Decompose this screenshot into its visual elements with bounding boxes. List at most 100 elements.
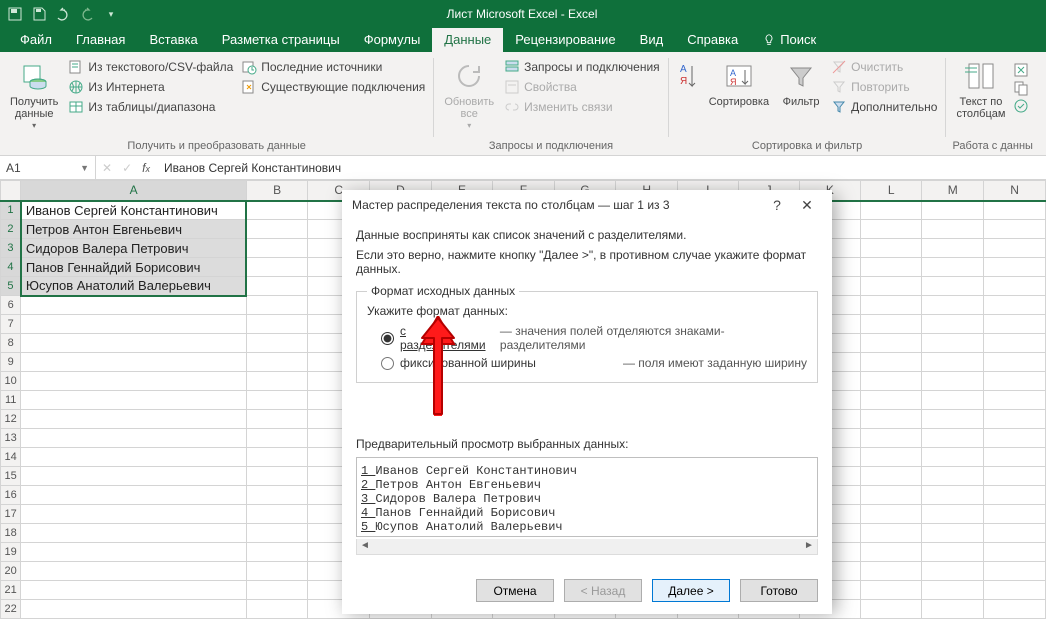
row-header[interactable]: 2 bbox=[1, 220, 21, 239]
row-header[interactable]: 15 bbox=[1, 467, 21, 486]
sort-az-button[interactable]: AЯ bbox=[675, 58, 701, 94]
cell[interactable] bbox=[922, 505, 984, 524]
get-data-button[interactable]: Получить данные ▾ bbox=[6, 58, 62, 133]
cell[interactable] bbox=[21, 524, 247, 543]
row-header[interactable]: 11 bbox=[1, 391, 21, 410]
cell[interactable] bbox=[21, 315, 247, 334]
data-validation-icon[interactable] bbox=[1013, 98, 1029, 114]
column-header[interactable]: A bbox=[21, 181, 247, 201]
refresh-all-button[interactable]: Обновить все ▾ bbox=[440, 58, 498, 133]
cell[interactable] bbox=[246, 353, 308, 372]
cell[interactable] bbox=[922, 543, 984, 562]
cell[interactable]: Юсупов Анатолий Валерьевич bbox=[21, 277, 247, 296]
row-header[interactable]: 1 bbox=[1, 201, 21, 220]
cell[interactable] bbox=[246, 372, 308, 391]
cell[interactable] bbox=[922, 524, 984, 543]
tab-insert[interactable]: Вставка bbox=[137, 28, 209, 52]
cell[interactable] bbox=[984, 334, 1046, 353]
remove-duplicates-icon[interactable] bbox=[1013, 80, 1029, 96]
undo-icon[interactable] bbox=[52, 3, 74, 25]
cell[interactable] bbox=[922, 277, 984, 296]
cell[interactable] bbox=[861, 391, 922, 410]
cell[interactable] bbox=[861, 334, 922, 353]
finish-button[interactable]: Готово bbox=[740, 579, 818, 602]
cell[interactable] bbox=[984, 600, 1046, 619]
row-header[interactable]: 7 bbox=[1, 315, 21, 334]
cell[interactable] bbox=[861, 277, 922, 296]
cell[interactable] bbox=[861, 220, 922, 239]
cell[interactable] bbox=[922, 372, 984, 391]
row-header[interactable]: 9 bbox=[1, 353, 21, 372]
row-header[interactable]: 14 bbox=[1, 448, 21, 467]
cancel-button[interactable]: Отмена bbox=[476, 579, 554, 602]
cell[interactable] bbox=[861, 581, 922, 600]
row-header[interactable]: 19 bbox=[1, 543, 21, 562]
qat-customize-icon[interactable]: ▾ bbox=[100, 3, 122, 25]
cell[interactable] bbox=[922, 581, 984, 600]
cell[interactable] bbox=[246, 486, 308, 505]
column-header[interactable]: B bbox=[246, 181, 308, 201]
cell[interactable] bbox=[922, 391, 984, 410]
cell[interactable]: Панов Геннайдий Борисович bbox=[21, 258, 247, 277]
recent-sources-button[interactable]: Последние источники bbox=[239, 58, 427, 76]
autosave-icon[interactable] bbox=[4, 3, 26, 25]
select-all-corner[interactable] bbox=[1, 181, 21, 201]
column-header[interactable]: L bbox=[861, 181, 922, 201]
cell[interactable] bbox=[21, 296, 247, 315]
row-header[interactable]: 16 bbox=[1, 486, 21, 505]
cell[interactable] bbox=[984, 220, 1046, 239]
cell[interactable] bbox=[246, 220, 308, 239]
cell[interactable] bbox=[922, 410, 984, 429]
name-box[interactable]: A1 ▼ bbox=[0, 156, 96, 179]
row-header[interactable]: 3 bbox=[1, 239, 21, 258]
cell[interactable] bbox=[922, 258, 984, 277]
formula-input[interactable]: Иванов Сергей Константинович bbox=[156, 156, 1046, 179]
text-to-columns-button[interactable]: Текст по столбцам bbox=[952, 58, 1009, 122]
cell[interactable]: Иванов Сергей Константинович bbox=[21, 201, 247, 220]
from-table-range-button[interactable]: Из таблицы/диапазона bbox=[66, 98, 235, 116]
cell[interactable] bbox=[246, 524, 308, 543]
cell[interactable] bbox=[21, 543, 247, 562]
cell[interactable] bbox=[984, 315, 1046, 334]
cell[interactable] bbox=[21, 372, 247, 391]
cell[interactable] bbox=[922, 562, 984, 581]
cell[interactable] bbox=[246, 239, 308, 258]
cell[interactable] bbox=[922, 201, 984, 220]
cell[interactable] bbox=[246, 448, 308, 467]
cell[interactable] bbox=[861, 505, 922, 524]
tab-data[interactable]: Данные bbox=[432, 28, 503, 52]
cell[interactable] bbox=[21, 505, 247, 524]
cell[interactable] bbox=[922, 467, 984, 486]
cell[interactable] bbox=[861, 600, 922, 619]
row-header[interactable]: 4 bbox=[1, 258, 21, 277]
from-text-csv-button[interactable]: Из текстового/CSV-файла bbox=[66, 58, 235, 76]
flash-fill-icon[interactable] bbox=[1013, 62, 1029, 78]
cell[interactable] bbox=[246, 600, 308, 619]
cell[interactable] bbox=[21, 353, 247, 372]
filter-button[interactable]: Фильтр bbox=[777, 58, 825, 110]
cell[interactable] bbox=[246, 277, 308, 296]
save-icon[interactable] bbox=[28, 3, 50, 25]
cell[interactable] bbox=[984, 258, 1046, 277]
tab-page-layout[interactable]: Разметка страницы bbox=[210, 28, 352, 52]
next-button[interactable]: Далее > bbox=[652, 579, 730, 602]
cell[interactable] bbox=[984, 524, 1046, 543]
cell[interactable] bbox=[984, 391, 1046, 410]
redo-icon[interactable] bbox=[76, 3, 98, 25]
cell[interactable] bbox=[922, 353, 984, 372]
row-header[interactable]: 10 bbox=[1, 372, 21, 391]
cell[interactable] bbox=[984, 410, 1046, 429]
cell[interactable] bbox=[861, 201, 922, 220]
cell[interactable] bbox=[984, 372, 1046, 391]
cell[interactable] bbox=[21, 600, 247, 619]
tab-help[interactable]: Справка bbox=[675, 28, 750, 52]
dialog-close-button[interactable]: ✕ bbox=[792, 197, 822, 214]
column-header[interactable]: N bbox=[984, 181, 1046, 201]
cell[interactable] bbox=[984, 543, 1046, 562]
cell[interactable] bbox=[861, 543, 922, 562]
row-header[interactable]: 17 bbox=[1, 505, 21, 524]
cell[interactable] bbox=[21, 467, 247, 486]
cell[interactable] bbox=[861, 562, 922, 581]
cell[interactable] bbox=[861, 410, 922, 429]
cell[interactable] bbox=[246, 562, 308, 581]
